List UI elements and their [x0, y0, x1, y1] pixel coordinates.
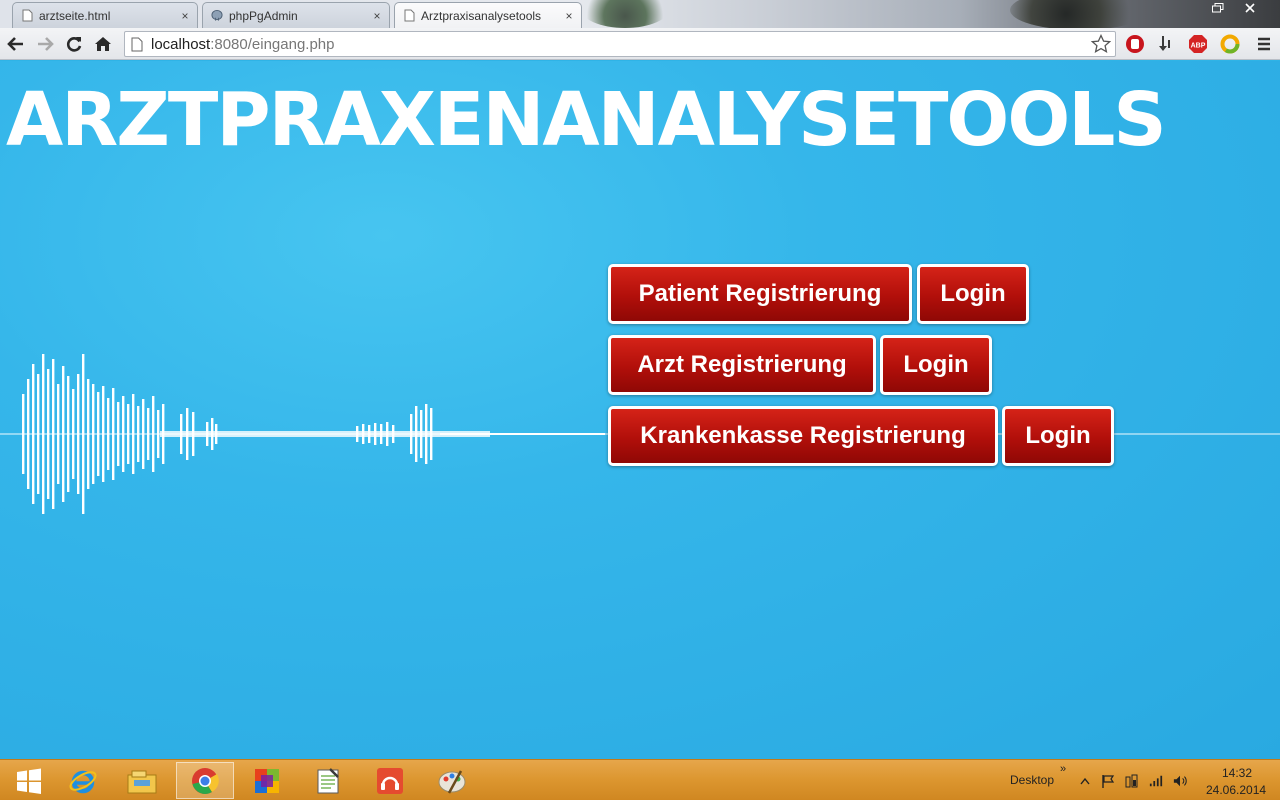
wallpaper-palm-decoration [1010, 0, 1150, 28]
wallpaper-palm-decoration [580, 0, 670, 28]
restore-window-icon[interactable] [1206, 2, 1230, 18]
url-text: localhost:8080/eingang.php [151, 36, 335, 53]
tab-arztpraxisanalysetools[interactable]: Arztpraxisanalysetools × [394, 2, 582, 28]
page-icon [403, 9, 415, 23]
tab-title: phpPgAdmin [229, 8, 298, 23]
address-bar[interactable]: localhost:8080/eingang.php [124, 31, 1116, 57]
browser-tab-strip: arztseite.html × phpPgAdmin × Arztpraxis… [0, 0, 1280, 28]
insurance-login-button[interactable]: Login [1002, 406, 1114, 466]
windows-start-icon[interactable] [0, 762, 58, 799]
network-signal-icon[interactable] [1149, 774, 1163, 788]
volume-speaker-icon[interactable] [1173, 774, 1187, 788]
insurance-registration-button[interactable]: Krankenkasse Registrierung [608, 406, 998, 466]
paint-icon[interactable] [423, 762, 481, 799]
close-tab-icon[interactable]: × [562, 9, 576, 23]
clock-date[interactable]: 24.06.2014 [1206, 783, 1266, 797]
toolbar-chevron-icon[interactable]: » [1060, 763, 1066, 775]
adblock-stop-icon[interactable] [1124, 33, 1146, 55]
tab-phppgadmin[interactable]: phpPgAdmin × [202, 2, 390, 28]
svg-text:ABP: ABP [1191, 43, 1206, 50]
back-arrow-icon[interactable] [4, 32, 28, 56]
close-window-icon[interactable] [1238, 2, 1262, 18]
tab-title: Arztpraxisanalysetools [421, 8, 542, 23]
patient-login-button[interactable]: Login [917, 264, 1029, 324]
file-explorer-icon[interactable] [113, 762, 171, 799]
media-player-icon[interactable] [361, 762, 419, 799]
page-title: ARZTPRAXENANALYSETOOLS [6, 77, 1167, 163]
browser-toolbar: localhost:8080/eingang.php ABP [0, 28, 1280, 60]
extension-ring-icon[interactable] [1219, 33, 1241, 55]
home-icon[interactable] [91, 32, 115, 56]
action-center-flag-icon[interactable] [1101, 774, 1115, 788]
chrome-menu-icon[interactable] [1253, 33, 1275, 55]
desktop-toolbar-label[interactable]: Desktop [1010, 773, 1054, 787]
reload-icon[interactable] [62, 32, 86, 56]
tab-title: arztseite.html [39, 8, 111, 23]
adblock-plus-icon[interactable]: ABP [1187, 33, 1209, 55]
show-hidden-icons-icon[interactable] [1078, 774, 1092, 788]
page-content: ARZTPRAXENANALYSETOOLS Patient Registrie… [0, 61, 1280, 759]
close-tab-icon[interactable]: × [178, 9, 192, 23]
elephant-icon [211, 9, 223, 23]
battery-power-icon[interactable] [1125, 774, 1139, 788]
windows-taskbar: Desktop » 14:32 24.06.2014 [0, 759, 1280, 800]
page-icon [131, 37, 147, 52]
doctor-login-button[interactable]: Login [880, 335, 992, 395]
url-host: localhost [151, 35, 211, 53]
close-tab-icon[interactable]: × [370, 9, 384, 23]
doctor-registration-button[interactable]: Arzt Registrierung [608, 335, 876, 395]
notepad-icon[interactable] [299, 762, 357, 799]
download-arrows-icon[interactable] [1155, 33, 1177, 55]
page-icon [21, 9, 33, 23]
internet-explorer-icon[interactable] [54, 762, 112, 799]
url-path: :8080/eingang.php [210, 35, 335, 53]
office-icon[interactable] [238, 762, 296, 799]
patient-registration-button[interactable]: Patient Registrierung [608, 264, 912, 324]
clock-time[interactable]: 14:32 [1222, 766, 1252, 780]
chrome-icon[interactable] [176, 762, 234, 799]
bookmark-star-icon[interactable] [1090, 33, 1112, 59]
forward-arrow-icon[interactable] [33, 32, 57, 56]
tab-arztseite[interactable]: arztseite.html × [12, 2, 198, 28]
